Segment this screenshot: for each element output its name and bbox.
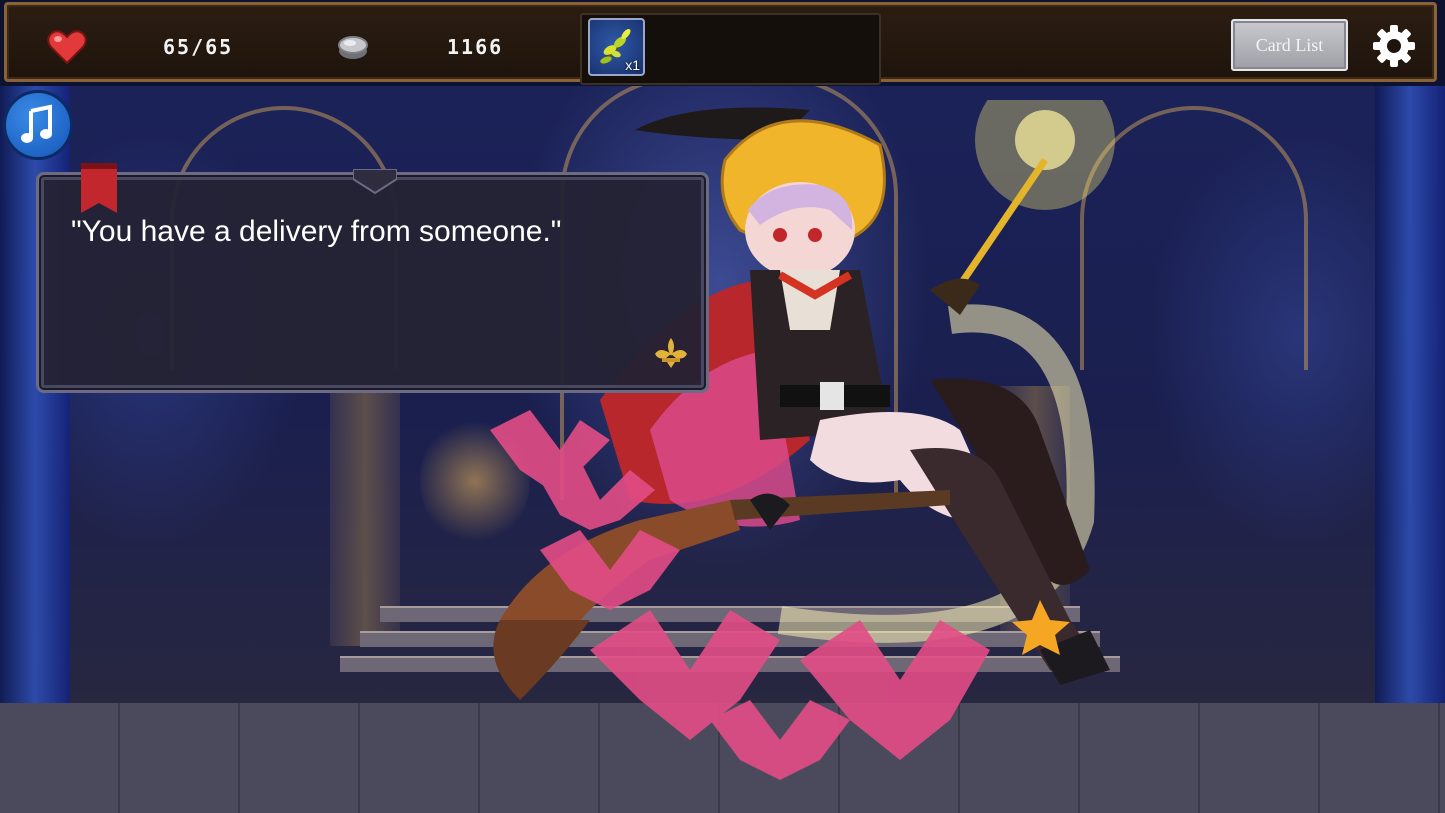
gear-icon[interactable]	[1371, 23, 1417, 69]
coin-icon	[338, 36, 368, 59]
dialog-notch	[353, 169, 397, 195]
coin-value: 1166	[447, 35, 504, 59]
right-curtain	[1375, 86, 1445, 726]
inventory-bar: x1	[580, 13, 881, 85]
music-button[interactable]	[3, 90, 73, 160]
bookmark-icon	[81, 163, 117, 213]
music-note-icon	[21, 104, 52, 143]
dialog-text: "You have a delivery from someone."	[71, 215, 562, 248]
card-list-button[interactable]: Card List	[1231, 19, 1348, 71]
top-status-bar: 65/65 1166 x1 Card List	[4, 2, 1437, 85]
inventory-slot[interactable]: x1	[588, 18, 645, 76]
item-count: x1	[625, 57, 640, 73]
fleur-de-lis-icon	[655, 338, 687, 368]
dialog-box[interactable]: "You have a delivery from someone."	[36, 163, 709, 393]
heart-icon	[47, 30, 87, 65]
hp-value: 65/65	[163, 35, 234, 59]
